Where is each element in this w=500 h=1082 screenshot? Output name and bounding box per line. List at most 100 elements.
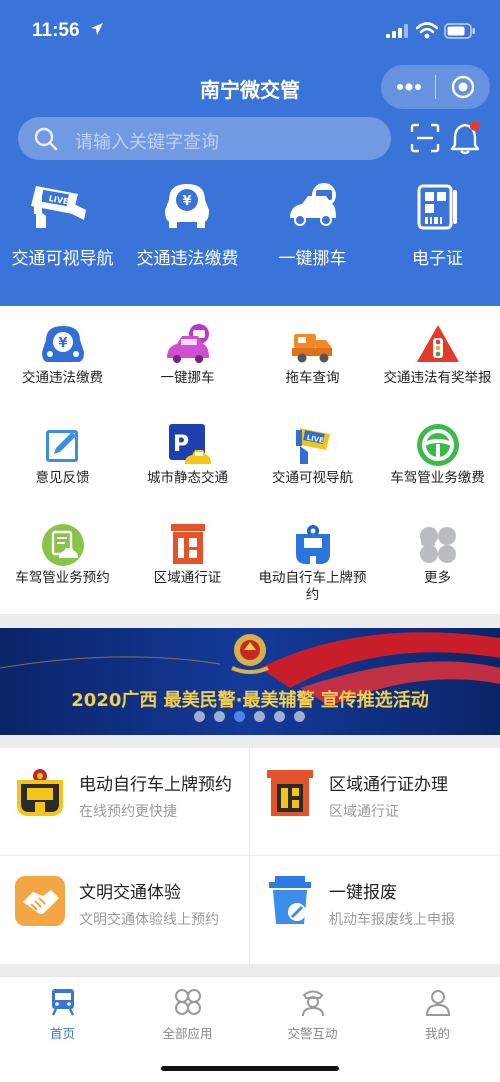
grid-item-label: 区域通行证 [153, 570, 222, 586]
pagination-dot-active[interactable] [234, 711, 245, 722]
card-subtitle: 在线预约更快捷 [79, 804, 177, 820]
tab-label: 首页 [49, 1026, 75, 1041]
grid-item-license-appointment[interactable]: 车驾管业务预约 [0, 506, 125, 606]
move-car-icon [290, 183, 336, 226]
tab-mine[interactable]: 我的 [375, 983, 500, 1041]
pagination-dot[interactable] [294, 711, 305, 722]
card-subtitle: 区域通行证 [329, 804, 399, 820]
pagination-dot[interactable] [194, 711, 205, 722]
banner-title: 2020广西 最美民警·最美辅警 宣传推选活动 [71, 690, 429, 711]
grid-item-area-pass[interactable]: 区域通行证 [125, 506, 250, 606]
grid-item-label: 城市静态交通 [147, 470, 228, 486]
more-grid-icon [420, 527, 456, 563]
live-camera-icon: LIVE [296, 428, 330, 464]
search-icon [34, 127, 58, 151]
apps-icon [175, 989, 201, 1015]
battery-icon [444, 23, 475, 39]
grid-item-label: 一键挪车 [160, 370, 215, 386]
home-train-icon [51, 989, 75, 1016]
tab-police-interaction[interactable]: 交警互动 [250, 983, 375, 1041]
svg-text:¥: ¥ [58, 336, 67, 351]
grid-item-label: 意见反馈 [35, 470, 90, 486]
tab-label: 全部应用 [162, 1026, 213, 1041]
grid-item-label: 交通违法有奖举报 [383, 370, 492, 386]
parking-icon: P [169, 424, 211, 464]
top-item-violation-payment[interactable]: ¥ 交通违法缴费 [125, 178, 250, 278]
app-header: 11:56 南宁微交管 请输入关键字查询 LIVE 交通可视导航 ¥ 交通违法缴… [0, 0, 500, 306]
grid-item-visual-navigation[interactable]: LIVE 交通可视导航 [250, 406, 375, 506]
close-mini-program-icon[interactable] [451, 75, 475, 99]
grid-item-label: 拖车查询 [285, 370, 340, 386]
top-item-e-license[interactable]: 电子证 [375, 178, 500, 278]
grid-item-label: 车驾管业务预约 [15, 570, 110, 586]
card-area-pass[interactable]: 区域通行证办理 区域通行证 [250, 748, 499, 855]
svg-text:P: P [173, 432, 189, 457]
grid-item-label: 电动自行车上牌预约 [258, 570, 367, 603]
grid-item-feedback[interactable]: 意见反馈 [0, 406, 125, 506]
status-bar: 11:56 [0, 0, 500, 62]
top-item-label: 交通可视导航 [11, 249, 114, 269]
police-officer-icon [302, 990, 324, 1017]
card-civilized-traffic[interactable]: 文明交通体验 文明交通体验线上预约 [0, 856, 249, 963]
e-license-icon [417, 184, 457, 230]
grid-item-violation-report[interactable]: 交通违法有奖举报 [375, 306, 500, 406]
pagination-dot[interactable] [274, 711, 285, 722]
card-subtitle: 机动车报废线上申报 [329, 912, 455, 928]
cards-divider-horizontal [0, 855, 500, 856]
pagination-dot[interactable] [214, 711, 225, 722]
grid-item-tow-truck[interactable]: 拖车查询 [250, 306, 375, 406]
home-indicator[interactable] [161, 1066, 339, 1071]
top-item-label: 一键挪车 [278, 249, 347, 269]
card-title: 区域通行证办理 [329, 775, 448, 795]
top-menu: LIVE 交通可视导航 ¥ 交通违法缴费 一键挪车 电子证 [0, 178, 500, 278]
more-dots-icon[interactable] [396, 79, 422, 95]
scrap-car-icon [269, 876, 311, 924]
grid-item-move-car[interactable]: 一键挪车 [125, 306, 250, 406]
scan-icon[interactable] [410, 123, 440, 153]
search-bar[interactable]: 请输入关键字查询 [18, 117, 391, 160]
handshake-icon [15, 876, 65, 926]
bell-icon[interactable] [450, 120, 484, 156]
grid-item-more[interactable]: 更多 [375, 506, 500, 606]
card-ebike-plate[interactable]: 电动自行车上牌预约 在线预约更快捷 [0, 748, 249, 855]
card-scrap[interactable]: 一键报废 机动车报废线上申报 [250, 856, 499, 963]
traffic-light-warning-icon [417, 325, 459, 362]
svg-text:¥: ¥ [182, 194, 191, 209]
tab-home[interactable]: 首页 [0, 983, 125, 1041]
card-title: 一键报废 [329, 883, 397, 903]
grid-item-license-fee[interactable]: 车驾管业务缴费 [375, 406, 500, 506]
tab-all-apps[interactable]: 全部应用 [125, 983, 250, 1041]
user-icon [425, 990, 451, 1016]
steering-wheel-icon [417, 424, 459, 466]
search-input[interactable]: 请输入关键字查询 [75, 128, 219, 154]
ebike-plate-icon [17, 769, 63, 816]
pagination-dot[interactable] [254, 711, 265, 722]
grid-item-static-traffic[interactable]: P 城市静态交通 [125, 406, 250, 506]
cellular-signal-icon [386, 24, 408, 38]
grid-item-violation-payment[interactable]: ¥ 交通违法缴费 [0, 306, 125, 406]
yuan-car-icon: ¥ [165, 184, 209, 228]
tab-label: 我的 [424, 1026, 450, 1041]
move-car-icon [167, 324, 209, 363]
feedback-edit-icon [46, 430, 78, 462]
grid-item-label: 交通违法缴费 [22, 370, 103, 386]
grid-item-ebike-plate[interactable]: 电动自行车上牌预约 [250, 506, 375, 606]
top-item-label: 电子证 [412, 249, 463, 269]
top-item-visual-navigation[interactable]: LIVE 交通可视导航 [0, 178, 125, 278]
capsule-divider [435, 75, 436, 99]
tow-truck-icon [292, 334, 332, 363]
status-time: 11:56 [32, 20, 80, 41]
location-arrow-icon [91, 23, 103, 35]
wifi-icon [416, 22, 438, 39]
top-item-label: 交通违法缴费 [136, 249, 239, 269]
area-pass-icon [171, 524, 205, 564]
card-title: 文明交通体验 [79, 883, 181, 903]
cards-divider-vertical [249, 748, 250, 964]
yuan-car-icon: ¥ [42, 326, 84, 362]
top-item-move-car[interactable]: 一键挪车 [250, 178, 375, 278]
appointment-car-icon [42, 524, 84, 566]
grid-item-label: 更多 [424, 570, 451, 586]
grid-item-label: 交通可视导航 [272, 470, 353, 486]
feature-cards: 电动自行车上牌预约 在线预约更快捷 区域通行证办理 区域通行证 文明交通体验 文… [0, 748, 500, 964]
card-subtitle: 文明交通体验线上预约 [79, 912, 219, 928]
